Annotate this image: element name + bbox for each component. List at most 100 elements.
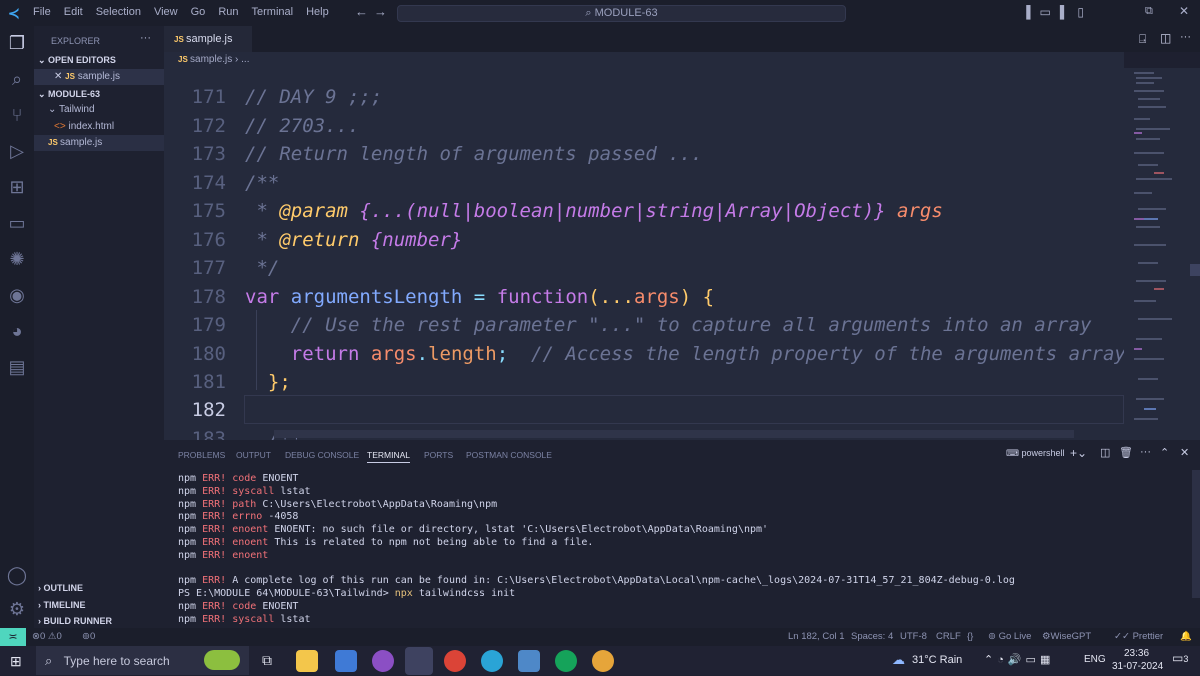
wisegpt-button[interactable]: ⚙WiseGPT	[1042, 628, 1091, 646]
build-runner-section[interactable]: › BUILD RUNNER	[38, 613, 168, 629]
search-icon[interactable]: ⌕	[6, 68, 28, 90]
indentation[interactable]: Spaces: 4	[851, 628, 893, 646]
open-changes-icon[interactable]: ⍈	[1139, 32, 1146, 47]
notifications-bell-icon[interactable]: 🔔	[1180, 628, 1192, 646]
remote-explorer-icon[interactable]: ▭	[6, 212, 28, 234]
command-center[interactable]: ⌕ MODULE-63	[397, 5, 846, 22]
settings-gear-icon[interactable]: ⚙	[6, 598, 28, 620]
tab-postman-console[interactable]: POSTMAN CONSOLE	[466, 450, 552, 460]
new-terminal-icon[interactable]: +⌄	[1070, 446, 1087, 460]
explorer-icon[interactable]: ❐	[6, 32, 28, 54]
encoding[interactable]: UTF-8	[900, 628, 927, 646]
outline-section[interactable]: › OUTLINE	[38, 580, 168, 596]
postman-icon[interactable]: ◕	[6, 320, 28, 342]
trash-icon[interactable]: 🗑	[1119, 446, 1133, 459]
tab-problems[interactable]: PROBLEMS	[178, 450, 225, 460]
panel-scrollbar[interactable]	[1192, 470, 1200, 598]
close-panel-icon[interactable]: ✕	[1180, 446, 1189, 459]
chrome-icon[interactable]	[444, 650, 466, 672]
chat-icon[interactable]: ▤	[6, 356, 28, 378]
mongodb-compass-icon[interactable]	[555, 650, 577, 672]
notification-center[interactable]: ▭3	[1172, 651, 1188, 665]
restore-window-icon[interactable]: ⧉	[1145, 5, 1153, 18]
ports-indicator[interactable]: ⊚0	[82, 628, 95, 646]
tab-ports[interactable]: PORTS	[424, 450, 453, 460]
open-editor-item[interactable]: ✕ JS sample.js	[34, 69, 164, 85]
explorer-sidebar: EXPLORER ··· ⌄ OPEN EDITORS ✕ JS sample.…	[34, 26, 164, 628]
editor-vertical-scrollbar[interactable]	[1188, 68, 1200, 440]
terminal-rest: lstat	[274, 485, 311, 497]
snipping-tool-icon[interactable]	[518, 650, 540, 672]
terminal-output[interactable]: npm ERR! code ENOENT npm ERR! syscall lst…	[178, 473, 1015, 627]
menu-file[interactable]: File	[33, 6, 51, 18]
tab-terminal[interactable]: TERMINAL	[367, 450, 410, 463]
menu-selection[interactable]: Selection	[96, 6, 141, 18]
layout-toggle-icons[interactable]: ▐▭▌▯	[1022, 5, 1093, 19]
file-sample-js[interactable]: JS sample.js	[34, 135, 164, 151]
tab-output[interactable]: OUTPUT	[236, 450, 271, 460]
terminal-icon: ⌨	[1006, 448, 1022, 458]
remote-indicator-icon[interactable]: ≍	[0, 628, 26, 646]
breadcrumb-file[interactable]: sample.js	[190, 54, 232, 65]
source-control-icon[interactable]: ⑂	[6, 104, 28, 126]
clock-date[interactable]: 31-07-2024	[1112, 661, 1163, 672]
nav-back-icon[interactable]: ←	[355, 4, 368, 19]
system-tray-icons[interactable]: ⌃◔🔊▭▦	[984, 653, 1054, 666]
maximize-panel-icon[interactable]: ⌃	[1160, 446, 1169, 459]
go-live-button[interactable]: ⊚ Go Live	[988, 628, 1031, 646]
minimap[interactable]	[1124, 68, 1188, 440]
edge-icon[interactable]	[481, 650, 503, 672]
folder-module-63[interactable]: ⌄ MODULE-63	[38, 86, 168, 102]
cursor-position[interactable]: Ln 182, Col 1	[788, 628, 845, 646]
problems-indicator[interactable]: ⊗0 ⚠0	[32, 628, 62, 646]
more-actions-icon[interactable]: ···	[140, 32, 151, 44]
error-icon: ⊗	[32, 631, 40, 642]
extensions-icon[interactable]: ⊞	[6, 176, 28, 198]
run-debug-icon[interactable]: ▷	[6, 140, 28, 162]
terminal-shell-selector[interactable]: ⌨ powershell	[1006, 448, 1065, 459]
menu-edit[interactable]: Edit	[64, 6, 83, 18]
js-file-icon: JS	[65, 72, 75, 81]
chrome-profile-icon[interactable]	[592, 650, 614, 672]
language-mode-icon[interactable]: {}	[967, 628, 973, 646]
prettier-button[interactable]: ✓✓ Prettier	[1114, 628, 1163, 646]
breadcrumb-more[interactable]: ...	[241, 54, 249, 65]
close-window-icon[interactable]: ✕	[1179, 4, 1189, 18]
github-icon[interactable]: ◉	[6, 284, 28, 306]
menu-view[interactable]: View	[154, 6, 178, 18]
open-editors-section[interactable]: ⌄ OPEN EDITORS	[38, 52, 168, 68]
taskbar-search-box[interactable]: ⌕ Type here to search	[36, 646, 249, 675]
timeline-section[interactable]: › TIMELINE	[38, 597, 168, 613]
menu-help[interactable]: Help	[306, 6, 329, 18]
menu-go[interactable]: Go	[191, 6, 206, 18]
account-icon[interactable]: ◯	[6, 564, 28, 586]
tab-debug-console[interactable]: DEBUG CONSOLE	[285, 450, 359, 460]
ports-count: 0	[89, 631, 96, 642]
language-indicator[interactable]: ENG	[1084, 654, 1106, 665]
horizontal-scrollbar[interactable]	[274, 430, 1074, 438]
menu-terminal[interactable]: Terminal	[252, 6, 294, 18]
close-icon[interactable]: ✕	[54, 71, 65, 82]
split-terminal-icon[interactable]: ◫	[1100, 446, 1110, 459]
folder-tailwind[interactable]: ⌄ Tailwind	[48, 102, 178, 118]
line-number: 175	[191, 200, 226, 222]
file-explorer-icon[interactable]	[296, 650, 318, 672]
app-icon[interactable]	[335, 650, 357, 672]
line-ending[interactable]: CRLF	[936, 628, 961, 646]
more-actions-icon[interactable]: ···	[1140, 446, 1151, 458]
task-view-icon[interactable]: ⧉	[262, 652, 272, 669]
menu-run[interactable]: Run	[218, 6, 238, 18]
windows-start-icon[interactable]: ⊞	[10, 653, 22, 670]
weather-label[interactable]: 31°C Rain	[912, 654, 962, 666]
nav-forward-icon[interactable]: →	[374, 4, 387, 19]
tab-sample-js[interactable]: JS sample.js ✕	[164, 26, 252, 72]
vscode-taskbar-icon[interactable]	[405, 647, 433, 675]
weather-icon: ☁	[892, 652, 905, 667]
code-editor[interactable]: 171 172 173 174 175 176 177 178 179 180 …	[164, 68, 1124, 440]
github-desktop-icon[interactable]	[372, 650, 394, 672]
split-editor-icon[interactable]: ◫	[1160, 31, 1171, 45]
timeline-icon[interactable]: ✺	[6, 248, 28, 270]
scrollbar-thumb[interactable]	[1190, 264, 1200, 276]
clock-time[interactable]: 23:36	[1124, 648, 1149, 659]
more-actions-icon[interactable]: ···	[1180, 31, 1191, 43]
